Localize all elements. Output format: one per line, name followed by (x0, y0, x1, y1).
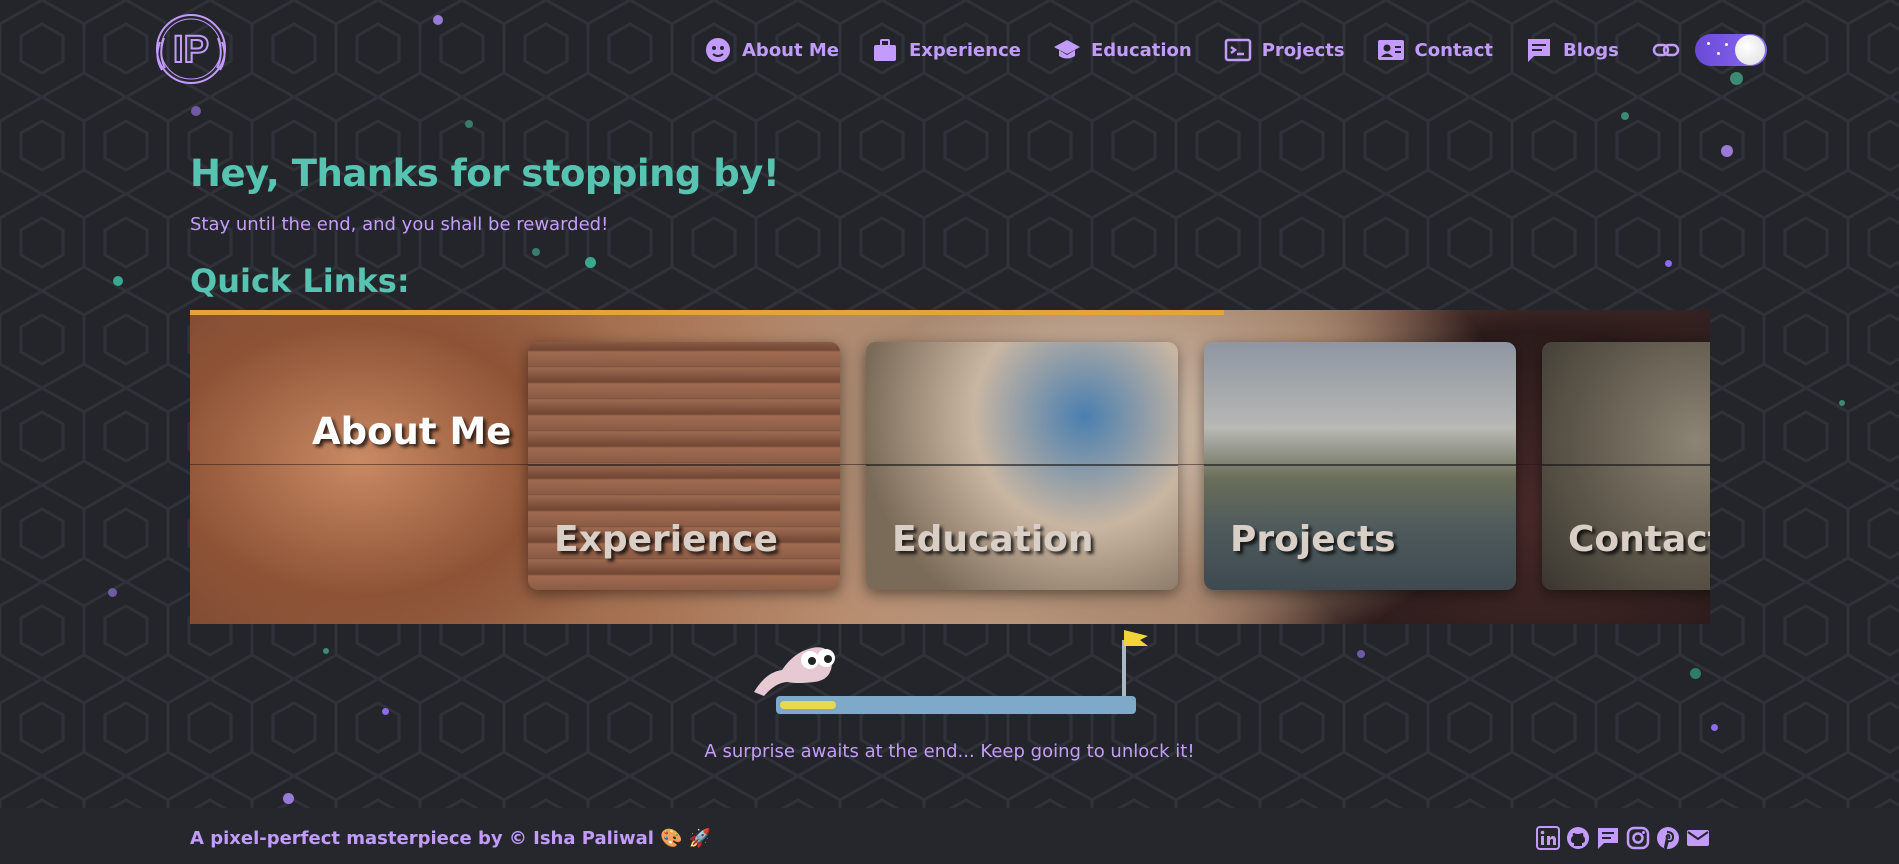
card-contact[interactable]: Contact (1542, 342, 1710, 590)
nav-blogs[interactable]: Blogs (1525, 36, 1619, 64)
nav-experience[interactable]: Experience (871, 36, 1021, 64)
game-progress-fill (780, 701, 836, 709)
card-experience[interactable]: Experience (528, 342, 840, 590)
card-education-label: Education (892, 519, 1094, 560)
footer: A pixel-perfect masterpiece by © Isha Pa… (0, 808, 1899, 864)
nav-contact-label: Contact (1414, 39, 1493, 61)
theme-toggle[interactable] (1694, 34, 1767, 66)
flag-icon (1122, 630, 1148, 698)
graduation-cap-icon (1053, 40, 1080, 59)
logo-text: IP (173, 29, 209, 71)
surprise-message: A surprise awaits at the end... Keep goi… (704, 741, 1195, 762)
footer-credit: A pixel-perfect masterpiece by © Isha Pa… (190, 828, 712, 849)
nav-blogs-label: Blogs (1562, 39, 1619, 61)
nav-about-me-label: About Me (742, 39, 839, 61)
quick-links-title: Quick Links: (190, 262, 410, 300)
nav-education-label: Education (1090, 39, 1192, 61)
page-title: Hey, Thanks for stopping by! (190, 152, 780, 195)
link-icon[interactable] (1651, 35, 1681, 65)
card-experience-label: Experience (554, 519, 778, 560)
carousel-progress-bar (190, 310, 1224, 315)
quick-links-carousel[interactable]: About Me Experience Education Projects C… (190, 310, 1710, 624)
linkedin-icon[interactable] (1536, 826, 1560, 850)
pinterest-icon[interactable] (1656, 826, 1680, 850)
card-projects-label: Projects (1230, 519, 1396, 560)
social-links (1536, 826, 1710, 850)
mail-icon[interactable] (1686, 826, 1710, 850)
nav-projects[interactable]: Projects (1224, 36, 1345, 64)
message-icon (1527, 39, 1550, 62)
briefcase-icon (874, 39, 896, 61)
card-divider (866, 464, 1178, 466)
blog-icon[interactable] (1596, 826, 1620, 850)
nav-about-me[interactable]: About Me (704, 36, 839, 64)
card-divider (1542, 464, 1710, 466)
card-divider (528, 464, 840, 466)
worm-character-icon (754, 647, 835, 696)
carousel-active-title: About Me (312, 410, 512, 453)
nav-projects-label: Projects (1261, 39, 1345, 61)
terminal-icon (1224, 38, 1251, 62)
nav-contact[interactable]: Contact (1377, 36, 1493, 64)
nav-education[interactable]: Education (1053, 36, 1192, 64)
card-contact-label: Contact (1568, 519, 1710, 560)
card-divider (1204, 464, 1516, 466)
page-subtitle: Stay until the end, and you shall be rew… (190, 214, 609, 235)
instagram-icon[interactable] (1626, 826, 1650, 850)
top-navigation: About Me Experience Education Projects C… (704, 30, 1767, 70)
logo-icon[interactable]: IP (148, 12, 234, 86)
progress-game (754, 630, 1148, 714)
card-projects[interactable]: Projects (1204, 342, 1516, 590)
card-education[interactable]: Education (866, 342, 1178, 590)
moon-icon (1734, 35, 1765, 65)
contact-card-icon (1377, 40, 1404, 60)
github-icon[interactable] (1566, 826, 1590, 850)
nav-experience-label: Experience (909, 39, 1021, 61)
user-face-icon (706, 38, 730, 62)
